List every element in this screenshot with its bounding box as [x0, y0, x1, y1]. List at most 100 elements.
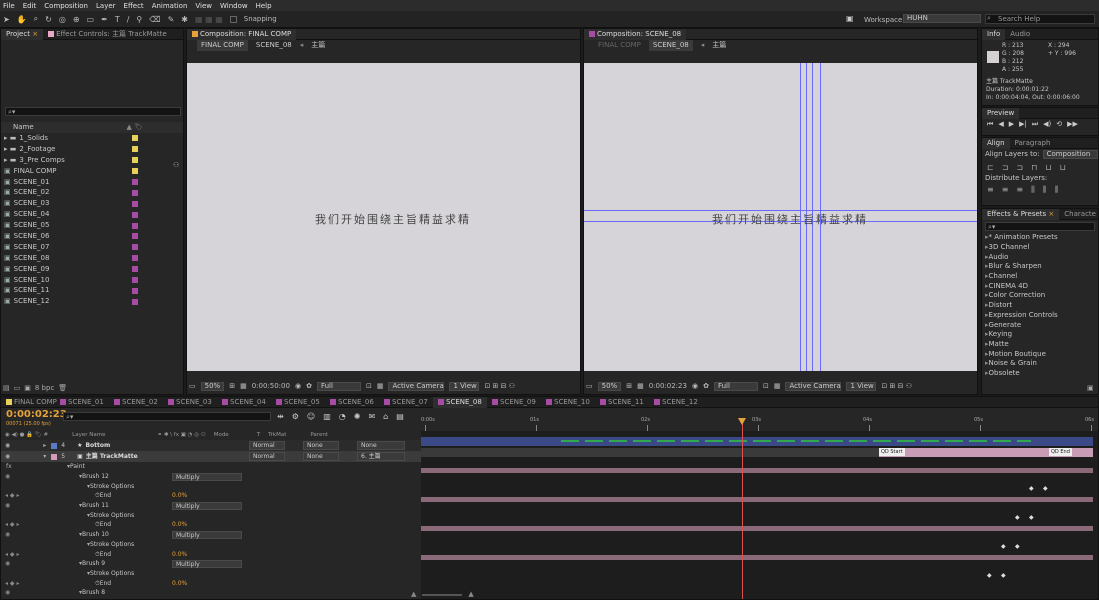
property-row[interactable]: ◂ ◆ ▸ ⏱ End 0.0% — [1, 578, 421, 588]
label-swatch[interactable] — [132, 157, 138, 164]
keyframe-icon[interactable]: ◆ — [1029, 485, 1034, 492]
property-row[interactable]: ◉ ▾ Brush 10 Multiply — [1, 530, 421, 540]
new-folder-icon[interactable]: ▭ — [14, 383, 21, 394]
roi-icon[interactable]: ⊡ — [366, 381, 372, 392]
layer-row-bottom[interactable]: ◉ ▸ 4 ★ Bottom Normal None None — [1, 440, 421, 451]
bpc-label[interactable]: 8 bpc — [35, 383, 54, 394]
visibility-icon[interactable]: ◉ — [5, 587, 10, 598]
project-item[interactable]: ▣ SCENE_02 — [1, 187, 183, 198]
new-comp-icon[interactable]: ▣ — [24, 383, 31, 394]
brush-track-bar[interactable] — [421, 497, 1093, 502]
visibility-icon[interactable]: ◉ — [5, 500, 10, 511]
ram-preview-icon[interactable]: ▶▶ — [1067, 119, 1078, 130]
parent-dropdown[interactable]: None — [357, 441, 405, 450]
tab-comp-final[interactable]: Composition: FINAL COMP — [187, 28, 297, 40]
project-item[interactable]: ▣ SCENE_09 — [1, 264, 183, 275]
breadcrumb-item[interactable]: 主篇 — [712, 40, 726, 51]
keyframe-icon[interactable]: ◆ — [987, 572, 992, 579]
marker-qd-end[interactable]: QD End — [1049, 448, 1072, 456]
label-swatch[interactable] — [132, 146, 138, 153]
project-item[interactable]: ▸ ▬ 1_Solids — [1, 133, 183, 144]
comp-canvas[interactable]: 我们开始围绕主旨精益求精 — [584, 63, 977, 371]
timeline-tab[interactable]: SCENE_03 — [163, 397, 217, 408]
end-value[interactable]: 0.0% — [172, 578, 187, 589]
property-row[interactable]: ◂ ◆ ▸ ⏱ End 0.0% — [1, 520, 421, 530]
align-top-icon[interactable]: ⊓ — [1031, 162, 1037, 173]
motion-blur-icon[interactable]: ◔ — [339, 411, 346, 422]
menu-item[interactable]: Edit — [23, 2, 37, 10]
trkmat-dropdown[interactable]: None — [303, 452, 339, 461]
current-timecode[interactable]: 0:00:02:23 — [6, 409, 67, 420]
distribute-left-icon[interactable]: ⫼ — [1031, 184, 1035, 195]
end-value[interactable]: 0.0% — [172, 549, 187, 560]
frame-blend-icon[interactable]: ▥ — [323, 411, 331, 422]
brainstorm-icon[interactable]: ✺ — [354, 411, 361, 422]
breadcrumb-item[interactable]: FINAL COMP — [197, 40, 248, 51]
distribute-bottom-icon[interactable]: ≡ — [1016, 184, 1023, 195]
trkmat-dropdown[interactable]: None — [303, 441, 339, 450]
project-item[interactable]: ▣ SCENE_03 — [1, 198, 183, 209]
timeline-tab[interactable]: SCENE_09 — [487, 397, 541, 408]
playhead-line[interactable] — [742, 419, 743, 599]
menu-item[interactable]: Window — [220, 2, 248, 10]
tab-info[interactable]: Info — [982, 28, 1006, 40]
label-swatch[interactable] — [132, 211, 138, 218]
expand-icon[interactable]: ▾ — [43, 451, 46, 462]
label-swatch[interactable] — [132, 179, 138, 185]
project-item[interactable]: ▣ SCENE_10 — [1, 275, 183, 286]
keyframe-icon[interactable]: ◆ — [1029, 514, 1034, 521]
mode-dropdown[interactable]: Normal — [249, 441, 285, 450]
align-to-dropdown[interactable]: Composition — [1042, 150, 1098, 159]
project-item[interactable]: ▣ SCENE_05 — [1, 220, 183, 231]
brush-mode-dropdown[interactable]: Multiply — [172, 501, 242, 510]
hand-tool-icon[interactable]: ✋ — [17, 15, 27, 24]
label-swatch[interactable] — [132, 168, 138, 175]
keyframe-icon[interactable]: ◆ — [1015, 514, 1020, 521]
project-item[interactable]: ▣ SCENE_08 — [1, 253, 183, 264]
property-row[interactable]: ▾ Stroke Options — [1, 510, 421, 520]
keyframe-icon[interactable]: ⌂ — [383, 411, 388, 422]
layer-name[interactable]: 主篇 TrackMatte — [86, 451, 138, 462]
align-hcenter-icon[interactable]: ⊐ — [1002, 162, 1009, 173]
tab-audio[interactable]: Audio — [1005, 29, 1035, 40]
prev-frame-icon[interactable]: ◀ — [998, 119, 1003, 130]
first-frame-icon[interactable]: ⏮ — [987, 119, 993, 130]
breadcrumb-item[interactable]: FINAL COMP — [598, 40, 641, 51]
menu-item[interactable]: View — [195, 2, 212, 10]
search-help-input[interactable]: Search Help — [985, 14, 1095, 24]
snapping-checkbox[interactable] — [229, 15, 237, 23]
timeline-tab[interactable]: SCENE_04 — [217, 397, 271, 408]
end-value[interactable]: 0.0% — [172, 490, 187, 501]
time-ruler[interactable]: 0:00s 01s 02s 03s 04s 05s 06s — [421, 409, 1098, 431]
brush-mode-dropdown[interactable]: Multiply — [172, 472, 242, 481]
markers-icon[interactable]: ▤ — [396, 411, 404, 422]
brush-tool-icon[interactable]: / — [127, 15, 130, 24]
tab-preview[interactable]: Preview — [982, 107, 1020, 119]
puppet-tool-icon[interactable]: ✱ — [181, 15, 188, 24]
property-row[interactable]: ◂ ◆ ▸ ⏱ End 0.0% — [1, 549, 421, 559]
label-swatch[interactable] — [132, 287, 138, 294]
brush-track-bar[interactable] — [421, 555, 1093, 560]
workspace-dropdown[interactable]: HUHN — [903, 14, 981, 23]
layer-label-swatch[interactable] — [51, 442, 58, 449]
timeline-tab[interactable]: SCENE_05 — [271, 397, 325, 408]
label-swatch[interactable] — [132, 233, 138, 240]
camera-tool-icon[interactable]: ◎ — [59, 15, 66, 24]
resolution-dropdown[interactable]: Full — [316, 382, 361, 391]
tab-project[interactable]: Project × — [1, 28, 44, 40]
property-row[interactable]: ◉ ▾ Brush 8 — [1, 588, 421, 598]
property-row[interactable]: ◂ ◆ ▸ ⏱ End 0.0% — [1, 491, 421, 501]
view-layout-dropdown[interactable]: 1 View — [846, 382, 877, 391]
mode-dropdown[interactable]: Normal — [249, 452, 285, 461]
name-column-header[interactable]: Name — [13, 122, 34, 133]
timeline-tab[interactable]: SCENE_11 — [595, 397, 649, 408]
effects-category[interactable]: ▸ Obsolete — [982, 369, 1098, 379]
keyframe-icon[interactable]: ◆ — [1001, 543, 1006, 550]
zoom-dropdown[interactable]: 50% — [597, 382, 622, 391]
tab-align[interactable]: Align — [982, 137, 1010, 149]
align-bottom-icon[interactable]: ⊔ — [1060, 162, 1066, 173]
menu-item[interactable]: Animation — [152, 2, 188, 10]
visibility-icon[interactable]: ◉ — [5, 471, 10, 482]
project-item[interactable]: ▣ SCENE_04 — [1, 209, 183, 220]
interpret-icon[interactable]: ▤ — [3, 383, 10, 394]
